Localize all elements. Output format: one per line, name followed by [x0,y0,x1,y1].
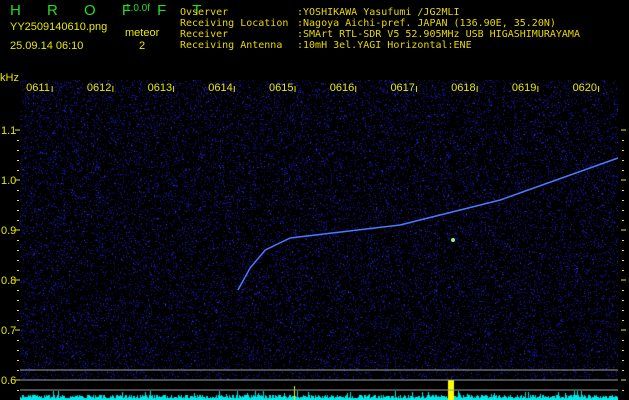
x-tick-label: 0616 [330,82,354,94]
y-minor-tick [17,240,19,241]
x-tick-label: 0618 [451,82,475,94]
y-tick-label: 0.6 [1,375,16,387]
x-tick-label: 0611 [26,82,50,94]
y-minor-tick [17,190,19,191]
x-tick-label: 0615 [269,82,293,94]
y-minor-tick [17,340,19,341]
y-tick-label: 0.7 [1,325,16,337]
y-minor-tick [622,170,624,171]
y-minor-tick [622,200,624,201]
y-axis-label: kHz [0,72,19,84]
y-minor-tick [17,140,19,141]
y-minor-tick [622,370,624,371]
y-minor-tick [622,360,624,361]
y-minor-tick [622,250,624,251]
y-minor-tick [17,270,19,271]
y-minor-tick [622,160,624,161]
y-tick-label: 1.0 [1,175,16,187]
y-minor-tick [17,160,19,161]
y-tick-label: 0.9 [1,225,16,237]
y-minor-tick [622,300,624,301]
y-minor-tick [622,190,624,191]
y-minor-tick [622,390,624,391]
y-minor-tick [622,340,624,341]
x-tick-label: 0619 [512,82,536,94]
chart-overlay: 1.1 1.0 0.9 0.8 0.7 0.6 0611 0612 0613 0614 0615 06… [1,82,626,391]
x-tick-label: 0614 [208,82,232,94]
x-tick-label: 0612 [87,82,111,94]
y-minor-tick [622,270,624,271]
x-tick-label: 0613 [148,82,172,94]
y-minor-tick [622,210,624,211]
y-minor-tick [17,200,19,201]
y-minor-tick [622,220,624,221]
y-minor-tick [622,150,624,151]
y-minor-tick [622,260,624,261]
y-tick-label: 1.1 [1,125,16,137]
y-minor-tick [17,250,19,251]
y-minor-tick [17,370,19,371]
y-minor-tick [17,150,19,151]
y-minor-tick [17,300,19,301]
y-minor-tick [622,350,624,351]
y-minor-tick [17,310,19,311]
y-minor-tick [17,390,19,391]
y-minor-tick [17,350,19,351]
y-minor-tick [622,240,624,241]
y-minor-tick [622,140,624,141]
y-minor-tick [17,320,19,321]
x-tick-label: 0620 [573,82,597,94]
y-minor-tick [622,290,624,291]
meteor-trace [237,157,619,291]
y-minor-tick [17,260,19,261]
y-minor-tick [622,320,624,321]
x-tick-label: 0617 [390,82,414,94]
y-minor-tick [17,170,19,171]
y-tick-label: 0.8 [1,275,16,287]
y-minor-tick [17,290,19,291]
meteor-echo [451,238,455,242]
y-minor-tick [17,360,19,361]
y-minor-tick [17,220,19,221]
y-minor-tick [17,210,19,211]
y-minor-tick [622,310,624,311]
